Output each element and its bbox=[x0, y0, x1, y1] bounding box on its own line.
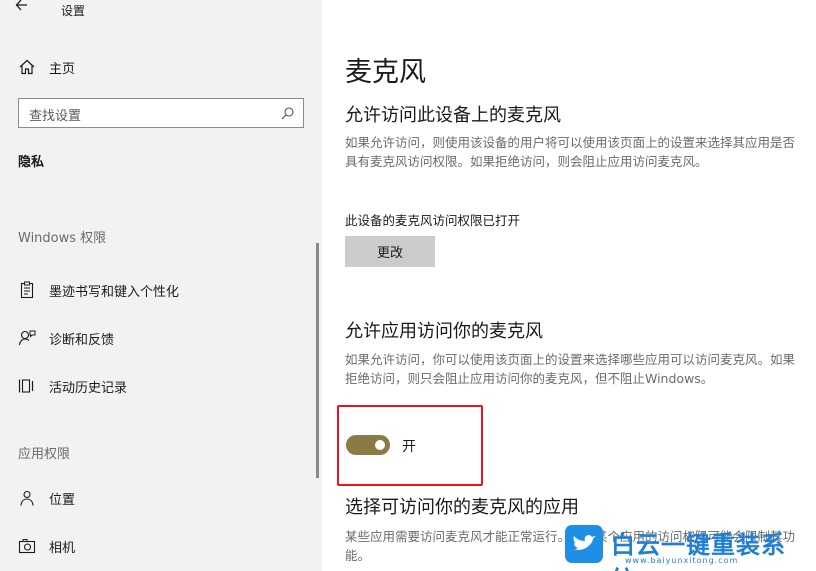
search-icon bbox=[281, 107, 294, 120]
sidebar-item-label: 位置 bbox=[49, 492, 76, 508]
watermark: 白云一键重装系统 www.baiyunxitong.com bbox=[565, 525, 810, 571]
search-input[interactable]: 查找设置 bbox=[18, 98, 304, 128]
main-content: 麦克风 允许访问此设备上的麦克风 如果允许访问，则使用该设备的用户将可以使用该页… bbox=[322, 0, 816, 571]
watermark-url: www.baiyunxitong.com bbox=[625, 556, 739, 565]
sidebar-item-home[interactable]: 主页 bbox=[18, 56, 75, 78]
page-title: 麦克风 bbox=[345, 57, 426, 88]
device-access-status: 此设备的麦克风访问权限已打开 bbox=[345, 213, 521, 228]
title-bar: 设置 bbox=[0, 0, 322, 22]
bird-logo-icon bbox=[565, 525, 603, 563]
activity-history-icon bbox=[18, 379, 34, 393]
sidebar-item-diagnostics-feedback[interactable]: 诊断和反馈 bbox=[18, 327, 114, 349]
location-person-icon bbox=[20, 490, 34, 506]
search-placeholder: 查找设置 bbox=[29, 109, 82, 124]
home-icon bbox=[19, 59, 35, 75]
sidebar-item-label: 主页 bbox=[49, 61, 76, 77]
camera-icon bbox=[18, 539, 36, 554]
sidebar-item-camera[interactable]: 相机 bbox=[18, 535, 75, 557]
section-title-privacy: 隐私 bbox=[18, 155, 45, 170]
back-arrow-icon bbox=[15, 0, 27, 11]
sidebar-item-label: 相机 bbox=[49, 540, 76, 556]
back-button[interactable] bbox=[14, 0, 36, 19]
sidebar-item-label: 诊断和反馈 bbox=[49, 332, 115, 348]
device-access-heading: 允许访问此设备上的麦克风 bbox=[345, 105, 561, 126]
choose-apps-heading: 选择可访问你的麦克风的应用 bbox=[345, 497, 579, 518]
sidebar: 设置 主页 查找设置 隐私 Windows 权限 墨迹书写和键入个性化 诊断和反… bbox=[0, 0, 322, 571]
sidebar-item-label: 活动历史记录 bbox=[49, 380, 128, 396]
sidebar-item-inking-typing[interactable]: 墨迹书写和键入个性化 bbox=[18, 279, 179, 301]
highlight-box bbox=[337, 405, 483, 486]
group-label-app-permissions: 应用权限 bbox=[18, 447, 71, 462]
group-label-windows-permissions: Windows 权限 bbox=[18, 231, 107, 246]
clipboard-icon bbox=[20, 281, 34, 299]
sidebar-item-activity-history[interactable]: 活动历史记录 bbox=[18, 375, 127, 397]
app-access-description: 如果允许访问，你可以使用该页面上的设置来选择哪些应用可以访问麦克风。如果拒绝访问… bbox=[345, 352, 796, 386]
sidebar-item-location[interactable]: 位置 bbox=[18, 487, 75, 509]
app-access-heading: 允许应用访问你的麦克风 bbox=[345, 321, 543, 342]
device-access-description: 如果允许访问，则使用该设备的用户将可以使用该页面上的设置来选择其应用是否具有麦克… bbox=[345, 135, 796, 169]
sidebar-scrollbar[interactable] bbox=[316, 243, 319, 478]
feedback-person-icon bbox=[18, 330, 36, 346]
change-button[interactable]: 更改 bbox=[345, 236, 435, 267]
app-title: 设置 bbox=[61, 4, 86, 18]
sidebar-item-label: 墨迹书写和键入个性化 bbox=[49, 284, 180, 300]
